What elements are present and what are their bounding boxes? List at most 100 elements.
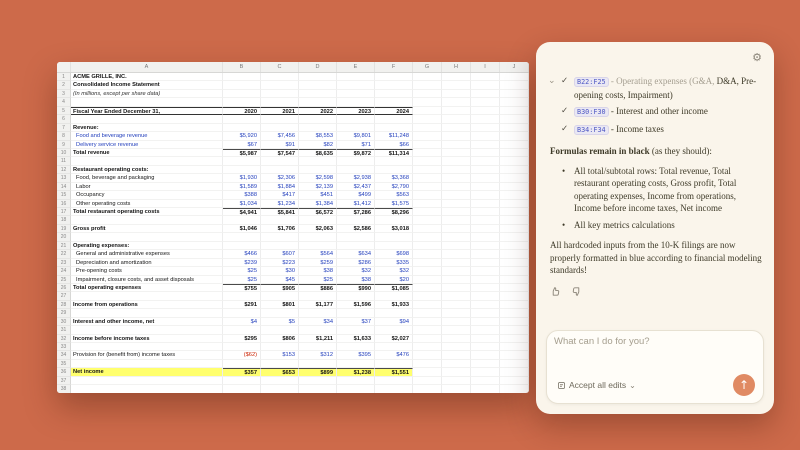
cell-value[interactable]: $1,933: [375, 301, 413, 309]
column-header-E[interactable]: E: [337, 62, 375, 72]
cell-empty[interactable]: [413, 351, 442, 359]
cell-empty[interactable]: [413, 200, 442, 208]
cell-value[interactable]: [261, 343, 299, 351]
cell-empty[interactable]: [500, 318, 529, 326]
cell-empty[interactable]: [413, 276, 442, 284]
cell-value[interactable]: $25: [299, 276, 337, 284]
cell-value[interactable]: $2,139: [299, 183, 337, 191]
cell-value[interactable]: $476: [375, 351, 413, 359]
cell-empty[interactable]: [471, 267, 500, 275]
cell-empty[interactable]: [413, 98, 442, 106]
cell-value[interactable]: $153: [261, 351, 299, 359]
cell-empty[interactable]: [413, 326, 442, 334]
thumbs-down-icon[interactable]: [571, 286, 582, 297]
column-header-F[interactable]: F: [375, 62, 413, 72]
cell-empty[interactable]: [413, 385, 442, 393]
cell-empty[interactable]: [413, 233, 442, 241]
cell-value[interactable]: 2023: [337, 107, 375, 115]
cell-value[interactable]: $2,437: [337, 183, 375, 191]
cell-empty[interactable]: [500, 124, 529, 132]
row-number[interactable]: 16: [57, 200, 71, 208]
cell-value[interactable]: $1,238: [337, 368, 375, 376]
cell-label[interactable]: ACME GRILLE, INC.: [71, 73, 223, 81]
cell-empty[interactable]: [442, 174, 471, 182]
cell-value[interactable]: $38: [299, 267, 337, 275]
cell-empty[interactable]: [442, 149, 471, 157]
cell-label[interactable]: Fiscal Year Ended December 31,: [71, 107, 223, 115]
cell-value[interactable]: 2022: [299, 107, 337, 115]
cell-empty[interactable]: [442, 309, 471, 317]
cell-value[interactable]: $653: [261, 368, 299, 376]
column-header-A[interactable]: A: [71, 62, 223, 72]
cell-empty[interactable]: [500, 149, 529, 157]
cell-value[interactable]: $8,553: [299, 132, 337, 140]
cell-value[interactable]: $11,314: [375, 149, 413, 157]
cell-value[interactable]: $9,872: [337, 149, 375, 157]
cell-empty[interactable]: [500, 301, 529, 309]
cell-empty[interactable]: [442, 351, 471, 359]
cell-label[interactable]: Food and beverage revenue: [71, 132, 223, 140]
cell-empty[interactable]: [471, 216, 500, 224]
cell-value[interactable]: [299, 81, 337, 89]
cell-empty[interactable]: [442, 107, 471, 115]
cell-value[interactable]: $990: [337, 284, 375, 292]
row-number[interactable]: 17: [57, 208, 71, 216]
cell-empty[interactable]: [442, 360, 471, 368]
cell-empty[interactable]: [413, 141, 442, 149]
cell-value[interactable]: [261, 166, 299, 174]
cell-value[interactable]: [299, 98, 337, 106]
row-number[interactable]: 36: [57, 368, 71, 376]
cell-empty[interactable]: [413, 132, 442, 140]
cell-value[interactable]: $1,234: [261, 200, 299, 208]
cell-value[interactable]: [375, 166, 413, 174]
cell-empty[interactable]: [471, 326, 500, 334]
cell-value[interactable]: $25: [223, 276, 261, 284]
cell-value[interactable]: $899: [299, 368, 337, 376]
cell-empty[interactable]: [471, 385, 500, 393]
cell-empty[interactable]: [442, 216, 471, 224]
cell-empty[interactable]: [413, 115, 442, 123]
cell-empty[interactable]: [471, 115, 500, 123]
cell-empty[interactable]: [442, 208, 471, 216]
row-number[interactable]: 9: [57, 141, 71, 149]
cell-label[interactable]: Occupancy: [71, 191, 223, 199]
row-number[interactable]: 38: [57, 385, 71, 393]
cell-value[interactable]: 2020: [223, 107, 261, 115]
cell-value[interactable]: $1,211: [299, 335, 337, 343]
send-button[interactable]: ↑: [733, 374, 755, 396]
cell-empty[interactable]: [413, 284, 442, 292]
cell-empty[interactable]: [413, 360, 442, 368]
row-number[interactable]: 32: [57, 335, 71, 343]
cell-empty[interactable]: [413, 157, 442, 165]
cell-empty[interactable]: [471, 276, 500, 284]
cell-value[interactable]: $67: [223, 141, 261, 149]
cell-label[interactable]: Net income: [71, 368, 223, 376]
cell-value[interactable]: $7,286: [337, 208, 375, 216]
cell-empty[interactable]: [471, 259, 500, 267]
cell-empty[interactable]: [471, 157, 500, 165]
cell-empty[interactable]: [442, 90, 471, 98]
cell-value[interactable]: [337, 377, 375, 385]
cell-value[interactable]: $1,589: [223, 183, 261, 191]
cell-value[interactable]: $9,801: [337, 132, 375, 140]
cell-value[interactable]: [299, 377, 337, 385]
cell-value[interactable]: $634: [337, 250, 375, 258]
cell-label[interactable]: Total revenue: [71, 149, 223, 157]
cell-value[interactable]: [337, 233, 375, 241]
cell-empty[interactable]: [413, 318, 442, 326]
cell-empty[interactable]: [500, 141, 529, 149]
cell-value[interactable]: [299, 242, 337, 250]
cell-empty[interactable]: [471, 149, 500, 157]
cell-value[interactable]: [337, 124, 375, 132]
cell-value[interactable]: $7,547: [261, 149, 299, 157]
cell-empty[interactable]: [471, 360, 500, 368]
cell-value[interactable]: [299, 292, 337, 300]
cell-value[interactable]: [223, 326, 261, 334]
cell-value[interactable]: $25: [223, 267, 261, 275]
cell-value[interactable]: [299, 216, 337, 224]
cell-value[interactable]: [261, 326, 299, 334]
cell-value[interactable]: 2024: [375, 107, 413, 115]
cell-value[interactable]: [223, 377, 261, 385]
column-header-I[interactable]: I: [471, 62, 500, 72]
cell-value[interactable]: [261, 242, 299, 250]
